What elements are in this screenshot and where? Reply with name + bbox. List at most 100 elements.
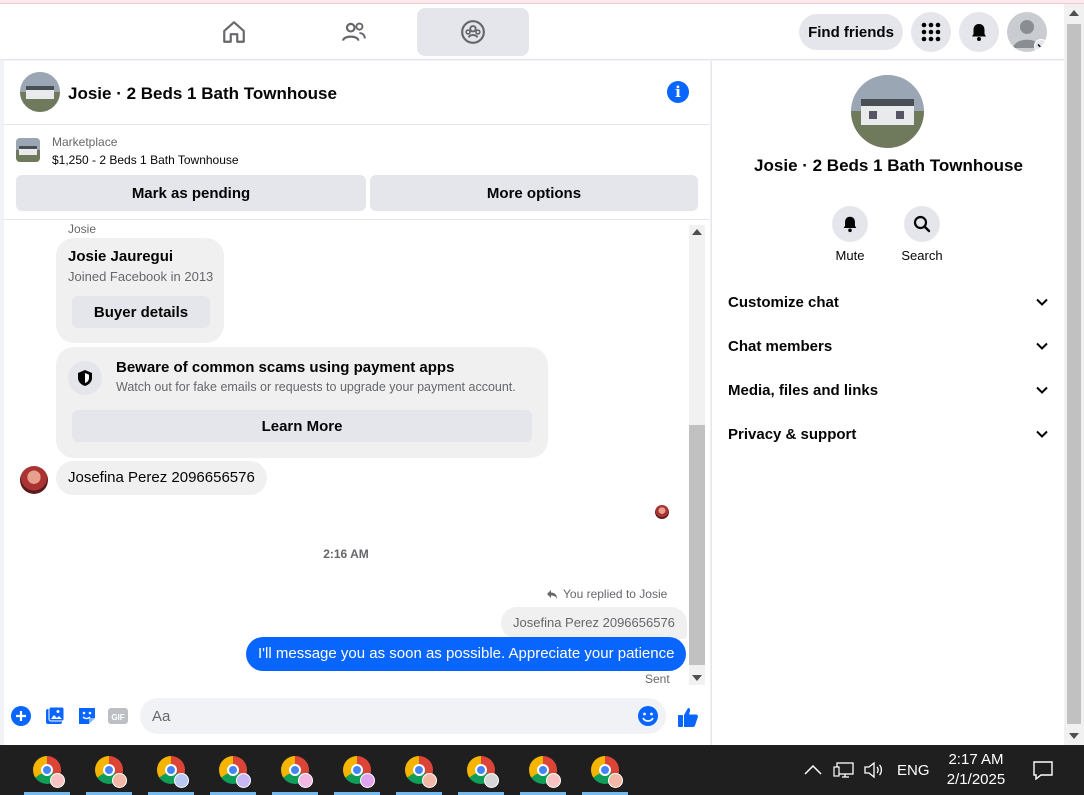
groups-icon: [461, 20, 485, 44]
chrome-icon: [467, 756, 499, 788]
incoming-message[interactable]: Josefina Perez 2096656576: [56, 461, 267, 495]
chrome-icon: [33, 756, 65, 788]
message-timestamp: 2:16 AM: [323, 547, 369, 561]
message-composer: GIF: [4, 691, 710, 745]
sticker-icon[interactable]: [76, 705, 98, 727]
system-clock[interactable]: 2:17 AM 2/1/2025: [936, 750, 1016, 790]
home-tab[interactable]: [178, 8, 290, 56]
scam-warning-title: Beware of common scams using payment app…: [116, 359, 455, 376]
section-privacy-support[interactable]: Privacy & support: [728, 412, 1048, 456]
taskbar-chrome-window[interactable]: [84, 745, 134, 795]
scam-warning-body: Watch out for fake emails or requests to…: [116, 380, 516, 394]
taskbar-chrome-window[interactable]: [270, 745, 320, 795]
notifications-button[interactable]: [959, 12, 999, 52]
emoji-icon[interactable]: [637, 705, 659, 727]
outgoing-message[interactable]: I'll message you as soon as possible. Ap…: [246, 637, 687, 671]
marketplace-label: Marketplace: [52, 135, 118, 149]
plus-icon[interactable]: [10, 705, 32, 727]
taskbar-chrome-window[interactable]: [394, 745, 444, 795]
bell-icon: [972, 24, 986, 41]
chevron-up-icon: [804, 765, 822, 775]
message-scrollbar[interactable]: [688, 225, 706, 685]
clock-date: 2/1/2025: [946, 771, 1006, 788]
page-scrollbar[interactable]: [1064, 4, 1084, 745]
menu-button[interactable]: [911, 12, 951, 52]
photo-icon[interactable]: [44, 705, 66, 727]
listing-photo[interactable]: [851, 75, 924, 148]
volume-control[interactable]: [863, 745, 885, 795]
mark-as-pending-button[interactable]: Mark as pending: [16, 175, 366, 211]
search-label: Search: [901, 248, 943, 263]
section-label: Privacy & support: [728, 425, 857, 443]
shield-icon: [68, 361, 102, 395]
page-scroll-thumb[interactable]: [1067, 24, 1081, 724]
taskbar-chrome-window[interactable]: [456, 745, 506, 795]
windows-taskbar: ENG 2:17 AM 2/1/2025: [0, 745, 1084, 795]
listing-thumbnail[interactable]: [20, 72, 60, 112]
learn-more-button[interactable]: Learn More: [72, 410, 532, 442]
listing-price-title[interactable]: $1,250 - 2 Beds 1 Bath Townhouse: [52, 153, 239, 167]
network-status[interactable]: [833, 745, 855, 795]
scroll-down-arrow-icon[interactable]: [692, 675, 702, 681]
scroll-down-arrow-icon[interactable]: [1069, 733, 1079, 739]
mute-button[interactable]: Mute: [820, 206, 880, 263]
search-icon: [904, 206, 940, 242]
taskbar-chrome-window[interactable]: [208, 745, 258, 795]
section-customize-chat[interactable]: Customize chat: [728, 280, 1048, 324]
friends-tab[interactable]: [298, 8, 410, 56]
grid-menu-icon: [921, 22, 941, 42]
mute-label: Mute: [835, 248, 865, 263]
speaker-icon: [864, 761, 883, 779]
chrome-icon: [343, 756, 375, 788]
chevron-down-icon: [1036, 298, 1048, 306]
taskbar-chrome-window[interactable]: [580, 745, 630, 795]
info-icon[interactable]: i: [667, 81, 689, 103]
account-button[interactable]: [1007, 12, 1047, 52]
network-icon: [833, 762, 854, 778]
section-media-files-links[interactable]: Media, files and links: [728, 368, 1048, 412]
replied-quote[interactable]: Josefina Perez 2096656576: [501, 607, 687, 639]
section-label: Customize chat: [728, 293, 839, 311]
more-options-button[interactable]: More options: [370, 175, 698, 211]
message-status: Sent: [645, 672, 670, 685]
clock-time: 2:17 AM: [948, 751, 1004, 768]
message-input[interactable]: [140, 698, 666, 734]
show-hidden-icons[interactable]: [804, 745, 822, 795]
chrome-icon: [405, 756, 437, 788]
search-button[interactable]: Search: [892, 206, 952, 263]
scroll-up-arrow-icon[interactable]: [1069, 10, 1079, 16]
taskbar-chrome-window[interactable]: [518, 745, 568, 795]
bell-icon: [832, 206, 868, 242]
buyer-details-button[interactable]: Buyer details: [72, 296, 210, 328]
listing-small-thumbnail[interactable]: [16, 138, 40, 162]
house-photo-icon: [20, 72, 60, 112]
chat-details-panel: Josie · 2 Beds 1 Bath Townhouse Mute Sea…: [711, 61, 1064, 745]
section-chat-members[interactable]: Chat members: [728, 324, 1048, 368]
taskbar-chrome-window[interactable]: [332, 745, 382, 795]
home-icon: [223, 21, 245, 43]
contact-avatar[interactable]: [20, 466, 48, 494]
scroll-up-arrow-icon[interactable]: [692, 229, 702, 235]
input-language[interactable]: ENG: [897, 745, 930, 795]
message-scroll-thumb[interactable]: [689, 425, 705, 665]
chevron-down-icon: [1036, 430, 1048, 438]
gif-icon[interactable]: GIF: [107, 705, 129, 727]
section-label: Chat members: [728, 337, 833, 355]
marketplace-tab[interactable]: [417, 8, 529, 56]
reply-indicator: You replied to Josie: [546, 587, 667, 601]
reply-label: You replied to Josie: [563, 587, 668, 601]
notification-center-icon: [1033, 761, 1053, 780]
chrome-icon: [529, 756, 561, 788]
taskbar-chrome-window[interactable]: [22, 745, 72, 795]
house-photo-icon: [851, 75, 924, 148]
marketplace-listing-bar: Marketplace $1,250 - 2 Beds 1 Bath Townh…: [4, 126, 710, 220]
like-thumbs-up-icon[interactable]: [676, 705, 700, 729]
chrome-icon: [157, 756, 189, 788]
chevron-down-icon: [1036, 386, 1048, 394]
action-center-button[interactable]: [1032, 745, 1054, 795]
taskbar-chrome-window[interactable]: [146, 745, 196, 795]
svg-text:GIF: GIF: [111, 713, 124, 722]
find-friends-button[interactable]: Find friends: [799, 14, 903, 50]
chat-title[interactable]: Josie · 2 Beds 1 Bath Townhouse: [68, 84, 337, 104]
read-receipt-avatar: [655, 505, 669, 519]
